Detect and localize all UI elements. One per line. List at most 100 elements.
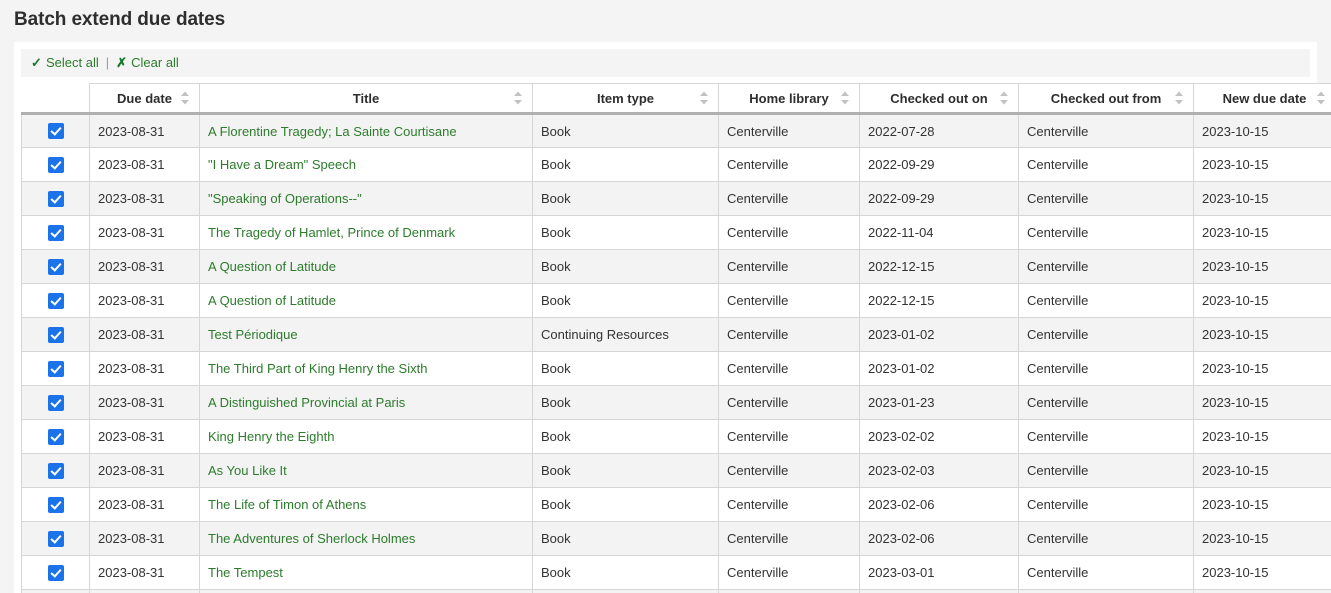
title-link[interactable]: King Henry the Eighth (208, 429, 334, 444)
title-link[interactable]: The Tempest (208, 565, 283, 580)
sort-icon (1316, 91, 1326, 105)
column-header-due[interactable]: Due date (90, 84, 200, 114)
cell-due: 2023-08-31 (90, 556, 200, 590)
column-header-cfrom[interactable]: Checked out from (1019, 84, 1194, 114)
batch-extend-card: ✓Select all|✗Clear all Due date Title Item… (14, 42, 1317, 593)
cell-cfrom: Centerville (1019, 454, 1194, 488)
page-root: Batch extend due dates ✓Select all|✗Clea… (0, 0, 1331, 593)
row-select-cell (22, 318, 90, 352)
cell-type: Book (533, 284, 719, 318)
column-header-label: New due date (1223, 91, 1307, 106)
table-row: 2023-08-31The Life of Timon of AthensBoo… (22, 488, 1331, 522)
clear-all-label: Clear all (131, 55, 179, 70)
table-body: 2023-08-31 A Florentine Tragedy; La Saint… (22, 114, 1331, 593)
check-icon: ✓ (31, 49, 44, 77)
column-header-check (22, 84, 90, 114)
title-link[interactable]: The Adventures of Sherlock Holmes (208, 531, 415, 546)
title-link[interactable]: A Question of Latitude (208, 293, 336, 308)
title-link[interactable]: The Life of Timon of Athens (208, 497, 366, 512)
cell-home: Centerville (719, 182, 860, 216)
cell-home: Centerville (719, 556, 860, 590)
row-select-checkbox[interactable] (48, 429, 64, 445)
cell-title: A Florentine Tragedy; La Sainte Courtisa… (200, 114, 533, 148)
row-select-cell (22, 148, 90, 182)
toolbar-separator: | (106, 49, 109, 77)
cell-type: Book (533, 182, 719, 216)
column-header-newdue[interactable]: New due date (1194, 84, 1331, 114)
sort-icon (1174, 91, 1184, 105)
title-link[interactable]: As You Like It (208, 463, 287, 478)
cell-newdue: 2023-10-15 (1194, 454, 1331, 488)
cell-cfrom (1019, 590, 1194, 593)
cell-home: Centerville (719, 352, 860, 386)
cell-cfrom: Centerville (1019, 386, 1194, 420)
title-link[interactable]: The Tragedy of Hamlet, Prince of Denmark (208, 225, 455, 240)
cell-newdue: 2023-10-15 (1194, 216, 1331, 250)
cell-due: 2023-08-31 (90, 284, 200, 318)
row-select-checkbox[interactable] (48, 293, 64, 309)
table-row: 2023-08-31"Speaking of Operations--"Book… (22, 182, 1331, 216)
cell-type: Book (533, 386, 719, 420)
row-select-checkbox[interactable] (48, 531, 64, 547)
title-link[interactable]: "I Have a Dream" Speech (208, 157, 356, 172)
row-select-checkbox[interactable] (48, 157, 64, 173)
cell-cout: 2022-11-04 (860, 216, 1019, 250)
row-select-checkbox[interactable] (48, 463, 64, 479)
cell-title: "Speaking of Operations--" (200, 182, 533, 216)
close-icon: ✗ (116, 49, 129, 77)
title-link[interactable]: A Question of Latitude (208, 259, 336, 274)
sort-icon (699, 91, 709, 105)
row-select-cell (22, 352, 90, 386)
row-select-checkbox[interactable] (48, 123, 64, 139)
column-header-label: Item type (597, 91, 654, 106)
cell-cout: 2023-02-06 (860, 488, 1019, 522)
row-select-cell (22, 488, 90, 522)
title-link[interactable]: A Florentine Tragedy; La Sainte Courtisa… (208, 124, 457, 139)
title-link[interactable]: A Distinguished Provincial at Paris (208, 395, 405, 410)
table-row: 2023-08-31A Question of LatitudeBookCent… (22, 250, 1331, 284)
table-row: 2023-08-31The Adventures of Sherlock Hol… (22, 522, 1331, 556)
column-header-home[interactable]: Home library (719, 84, 860, 114)
row-select-checkbox[interactable] (48, 225, 64, 241)
clear-all-button[interactable]: ✗Clear all (116, 49, 179, 77)
title-link[interactable]: "Speaking of Operations--" (208, 191, 362, 206)
title-link[interactable]: Test Périodique (208, 327, 298, 342)
cell-type: Book (533, 148, 719, 182)
column-header-cout[interactable]: Checked out on (860, 84, 1019, 114)
cell-type: Book (533, 420, 719, 454)
cell-cfrom: Centerville (1019, 318, 1194, 352)
row-select-checkbox[interactable] (48, 259, 64, 275)
cell-home: Centerville (719, 386, 860, 420)
cell-home: Centerville (719, 114, 860, 148)
row-select-checkbox[interactable] (48, 191, 64, 207)
column-header-label: Due date (117, 91, 172, 106)
row-select-checkbox[interactable] (48, 395, 64, 411)
table-row: 2023-08-31The TempestBookCenterville2023… (22, 556, 1331, 590)
column-header-type[interactable]: Item type (533, 84, 719, 114)
cell-type: Book (533, 488, 719, 522)
row-select-checkbox[interactable] (48, 497, 64, 513)
row-select-cell (22, 420, 90, 454)
column-header-title[interactable]: Title (200, 84, 533, 114)
cell-home: Centerville (719, 216, 860, 250)
cell-newdue: 2023-10-15 (1194, 148, 1331, 182)
page-title: Batch extend due dates (0, 0, 1331, 33)
row-select-checkbox[interactable] (48, 565, 64, 581)
row-select-cell (22, 522, 90, 556)
cell-cout: 2022-09-29 (860, 148, 1019, 182)
cell-newdue: 2023-10-15 (1194, 522, 1331, 556)
cell-newdue: 2023-10-15 (1194, 488, 1331, 522)
cell-cout: 2023-01-02 (860, 318, 1019, 352)
table-row: 2023-08-31A Florentine Tragedy; La Saint… (22, 114, 1331, 148)
cell-newdue: 2023-10-15 (1194, 284, 1331, 318)
select-all-button[interactable]: ✓Select all (31, 49, 99, 77)
cell-title: The Tragedy of Hamlet, Prince of Denmark (200, 216, 533, 250)
row-select-cell (22, 454, 90, 488)
row-select-checkbox[interactable] (48, 327, 64, 343)
title-link[interactable]: The Third Part of King Henry the Sixth (208, 361, 427, 376)
row-select-checkbox[interactable] (48, 361, 64, 377)
row-select-cell (22, 590, 90, 593)
cell-cout (860, 590, 1019, 593)
cell-title: "I Have a Dream" Speech (200, 148, 533, 182)
sort-icon (180, 91, 190, 105)
